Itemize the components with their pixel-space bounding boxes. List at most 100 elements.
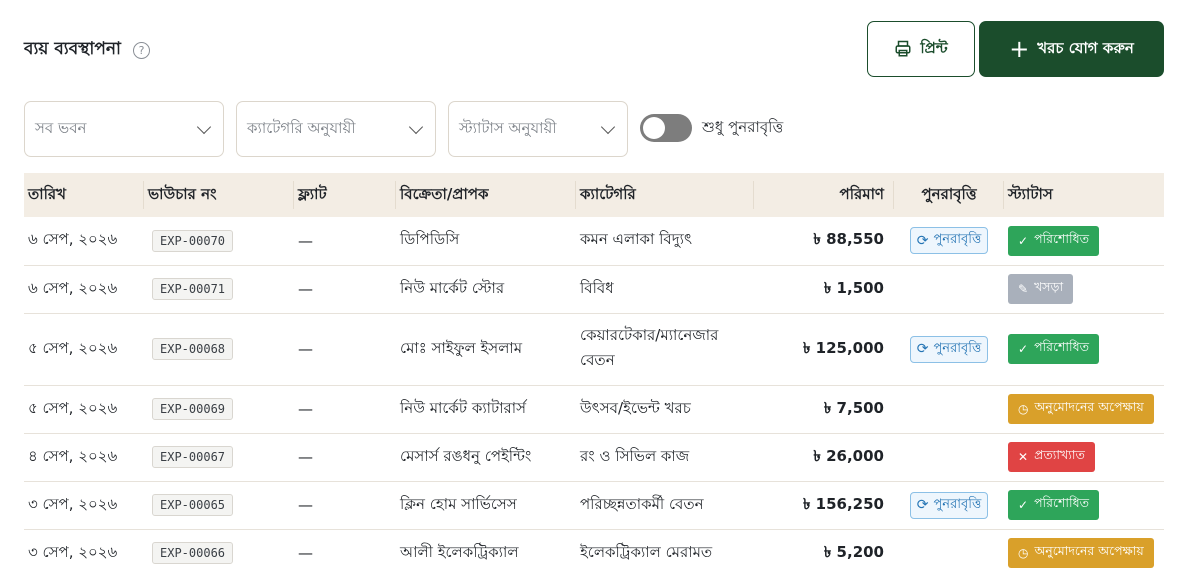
voucher-code[interactable]: EXP-00066 [152,542,234,564]
category-filter-select[interactable]: ক্যাটেগরি অনুযায়ী [236,101,436,157]
table-row[interactable]: ৩ সেপ, ২০২৬ EXP-00065 — ক্লিন হোম সার্ভিসেস… [24,481,1164,530]
column-header-voucher[interactable]: ভাউচার নং [144,173,294,217]
category-cell: বিবিধ [576,265,754,314]
column-header-flat[interactable]: ফ্ল্যাট [294,173,396,217]
column-header-recurring[interactable]: পুনরাবৃত্তি [894,173,1004,217]
column-header-amount[interactable]: পরিমাণ [754,173,894,217]
column-header-category[interactable]: ক্যাটেগরি [576,173,754,217]
recurring-cell: ⟳ পুনরাবৃত্তি [894,313,1004,386]
building-filter-value: সব ভবন [35,118,87,137]
status-filter-select[interactable]: স্ট্যাটাস অনুযায়ী [448,101,628,157]
vendor-cell: মোঃ সাইফুল ইসলাম [396,313,576,386]
category-filter-value: ক্যাটেগরি অনুযায়ী [247,118,356,137]
voucher-code[interactable]: EXP-00068 [152,338,234,360]
flat-cell: — [294,385,396,434]
question-circle-icon[interactable]: ? [132,41,150,59]
vendor-cell: ক্লিন হোম সার্ভিসেস [396,481,576,530]
page-header: ব্যয় ব্যবস্থাপনা ? [24,36,150,64]
date-cell: ৫ সেপ, ২০২৬ [24,385,144,434]
amount-cell: ৳ 156,250 [754,481,894,530]
flat-cell: — [294,265,396,314]
voucher-code[interactable]: EXP-00065 [152,494,234,516]
recurring-cell [894,385,1004,434]
chevron-down-icon [196,119,212,134]
recurring-badge-label: পুনরাবৃত্তি [933,340,982,356]
amount-cell: ৳ 5,200 [754,529,894,575]
recurring-badge: ⟳ পুনরাবৃত্তি [909,335,989,363]
recurring-cell [894,529,1004,575]
vendor-cell: ডিপিডিসি [396,217,576,266]
table-row[interactable]: ৪ সেপ, ২০২৬ EXP-00067 — মেসার্স রঙধনু পেইন্… [24,433,1164,482]
recurring-cell [894,433,1004,482]
recurring-cell: ⟳ পুনরাবৃত্তি [894,217,1004,266]
recurring-only-toggle[interactable] [640,114,692,142]
building-filter-select[interactable]: সব ভবন [24,101,224,157]
status-badge-label: অনুমোদনের অপেক্ষায় [1034,543,1144,558]
table-row[interactable]: ৬ সেপ, ২০২৬ EXP-00071 — নিউ মার্কেট স্টোর বি… [24,265,1164,314]
table-row[interactable]: ৫ সেপ, ২০২৬ EXP-00068 — মোঃ সাইফুল ইসলাম কেয… [24,313,1164,386]
voucher-code[interactable]: EXP-00067 [152,446,234,468]
clock-icon: ◷ [1018,546,1029,560]
voucher-code[interactable]: EXP-00071 [152,278,234,300]
status-cell: ✎ খসড়া [1004,265,1164,314]
recurring-badge: ⟳ পুনরাবৃত্তি [909,227,989,255]
clock-icon: ◷ [1018,402,1029,416]
x-icon: ✕ [1018,450,1029,464]
status-badge: ✕ প্রত্যাখ্যাত [1008,442,1095,472]
flat-cell: — [294,217,396,266]
print-label: প্রিন্ট [920,38,948,57]
refresh-icon: ⟳ [916,232,929,249]
add-expense-label: খরচ যোগ করুন [1037,38,1134,57]
expenses-table: তারিখ ভাউচার নং ফ্ল্যাট বিক্রেতা/প্রাপক … [24,173,1164,575]
column-header-date[interactable]: তারিখ [24,173,144,217]
status-badge: ◷ অনুমোদনের অপেক্ষায় [1008,394,1154,424]
status-cell: ✓ পরিশোধিত [1004,481,1164,530]
chevron-down-icon [408,119,424,134]
amount-cell: ৳ 125,000 [754,313,894,386]
voucher-cell: EXP-00068 [144,313,294,386]
voucher-code[interactable]: EXP-00070 [152,229,234,252]
status-badge-label: অনুমোদনের অপেক্ষায় [1034,399,1144,414]
column-header-vendor[interactable]: বিক্রেতা/প্রাপক [396,173,576,217]
recurring-cell: ⟳ পুনরাবৃত্তি [894,481,1004,530]
date-cell: ৬ সেপ, ২০২৬ [24,265,144,314]
date-cell: ৫ সেপ, ২০২৬ [24,313,144,386]
date-cell: ৩ সেপ, ২০২৬ [24,481,144,530]
recurring-badge-label: পুনরাবৃত্তি [933,232,982,248]
refresh-icon: ⟳ [916,341,929,357]
refresh-icon: ⟳ [916,497,929,513]
voucher-cell: EXP-00067 [144,433,294,482]
recurring-only-filter: শুধু পুনরাবৃত্তি [640,114,783,142]
table-row[interactable]: ৩ সেপ, ২০২৬ EXP-00066 — আলী ইলেকট্রিক্যাল ইল… [24,529,1164,575]
amount-cell: ৳ 26,000 [754,433,894,482]
table-row[interactable]: ৬ সেপ, ২০২৬ EXP-00070 — ডিপিডিসি কমন এলাকা ব… [24,217,1164,266]
status-badge: ✓ পরিশোধিত [1008,490,1100,520]
flat-cell: — [294,433,396,482]
add-expense-button[interactable]: + খরচ যোগ করুন [979,21,1164,77]
status-cell: ◷ অনুমোদনের অপেক্ষায় [1004,529,1164,575]
flat-cell: — [294,529,396,575]
voucher-cell: EXP-00070 [144,217,294,266]
date-cell: ৬ সেপ, ২০২৬ [24,217,144,266]
voucher-code[interactable]: EXP-00069 [152,398,234,420]
check-circle-icon: ✓ [1018,498,1029,512]
category-cell: পরিচ্ছন্নতাকর্মী বেতন [576,481,754,530]
toggle-knob [643,117,665,139]
category-cell: উৎসব/ইভেন্ট খরচ [576,385,754,434]
status-badge-label: প্রত্যাখ্যাত [1034,447,1085,462]
amount-cell: ৳ 1,500 [754,265,894,314]
voucher-cell: EXP-00066 [144,529,294,575]
status-badge: ✓ পরিশোধিত [1008,225,1100,256]
print-button[interactable]: প্রিন্ট [867,21,975,77]
category-cell: রং ও সিভিল কাজ [576,433,754,482]
status-filter-value: স্ট্যাটাস অনুযায়ী [459,118,557,137]
vendor-cell: নিউ মার্কেট ক্যাটারার্স [396,385,576,434]
status-badge-label: পরিশোধিত [1034,495,1090,510]
status-cell: ✓ পরিশোধিত [1004,217,1164,266]
table-row[interactable]: ৫ সেপ, ২০২৬ EXP-00069 — নিউ মার্কেট ক্যাটার… [24,385,1164,434]
status-cell: ✓ পরিশোধিত [1004,313,1164,386]
column-header-status[interactable]: স্ট্যাটাস [1004,173,1164,217]
category-cell: কমন এলাকা বিদ্যুৎ [576,217,754,266]
amount-cell: ৳ 88,550 [754,217,894,266]
printer-icon [895,40,911,57]
